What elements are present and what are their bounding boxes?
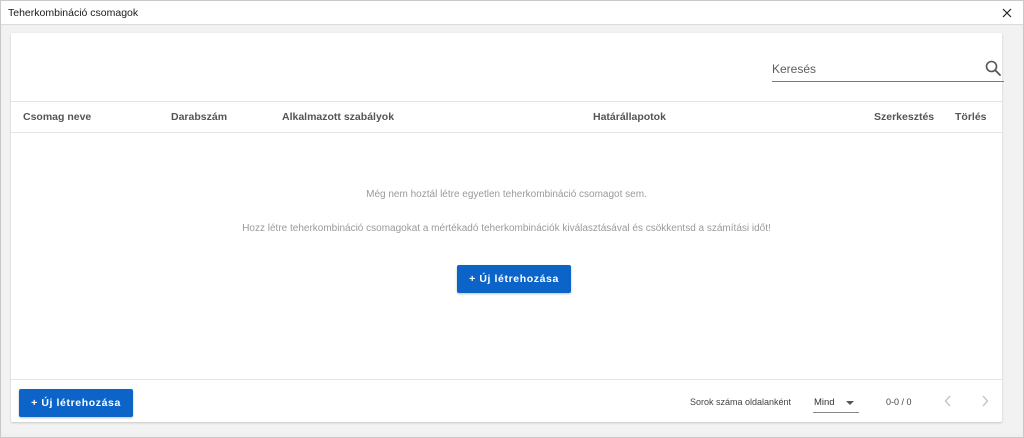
previous-page-button[interactable]: [938, 391, 958, 411]
next-page-button[interactable]: [975, 391, 995, 411]
create-new-button-footer[interactable]: + Új létrehozása: [19, 389, 133, 417]
empty-state-message: Még nem hoztál létre egyetlen teherkombi…: [366, 189, 647, 200]
pagination-range: 0-0 / 0: [886, 397, 912, 407]
rows-per-page-select[interactable]: Mind: [813, 391, 859, 413]
table-header: Csomag neve Darabszám Alkalmazott szabál…: [11, 101, 1002, 133]
title-bar: Teherkombináció csomagok: [1, 1, 1023, 25]
close-button[interactable]: [997, 3, 1017, 23]
empty-state-hint: Hozz létre teherkombináció csomagokat a …: [242, 223, 771, 234]
search-field[interactable]: [772, 56, 1004, 82]
column-header-limit-states[interactable]: Határállapotok: [593, 111, 666, 123]
column-header-count[interactable]: Darabszám: [171, 111, 227, 123]
dialog-content: Csomag neve Darabszám Alkalmazott szabál…: [2, 26, 1022, 433]
packages-table-card: Csomag neve Darabszám Alkalmazott szabál…: [11, 33, 1004, 422]
dialog-window: Teherkombináció csomagok Csomag neve Dar…: [0, 0, 1024, 438]
rows-per-page-label: Sorok száma oldalanként: [690, 397, 792, 407]
chevron-right-icon: [982, 395, 989, 407]
rows-per-page-value: Mind: [814, 397, 835, 408]
column-header-delete: Törlés: [955, 111, 987, 123]
search-icon[interactable]: [984, 59, 1002, 77]
window-title: Teherkombináció csomagok: [8, 7, 139, 19]
close-icon: [1002, 8, 1012, 18]
caret-down-icon: [846, 401, 854, 405]
empty-state: Még nem hoztál létre egyetlen teherkombi…: [11, 133, 1002, 379]
table-footer: + Új létrehozása Sorok száma oldalanként…: [11, 379, 1002, 422]
column-header-edit: Szerkesztés: [874, 111, 935, 123]
column-header-rules[interactable]: Alkalmazott szabályok: [282, 111, 394, 123]
search-input[interactable]: [772, 60, 972, 78]
column-header-name[interactable]: Csomag neve: [23, 111, 91, 123]
chevron-left-icon: [944, 395, 951, 407]
create-new-button-center[interactable]: + Új létrehozása: [457, 265, 571, 293]
